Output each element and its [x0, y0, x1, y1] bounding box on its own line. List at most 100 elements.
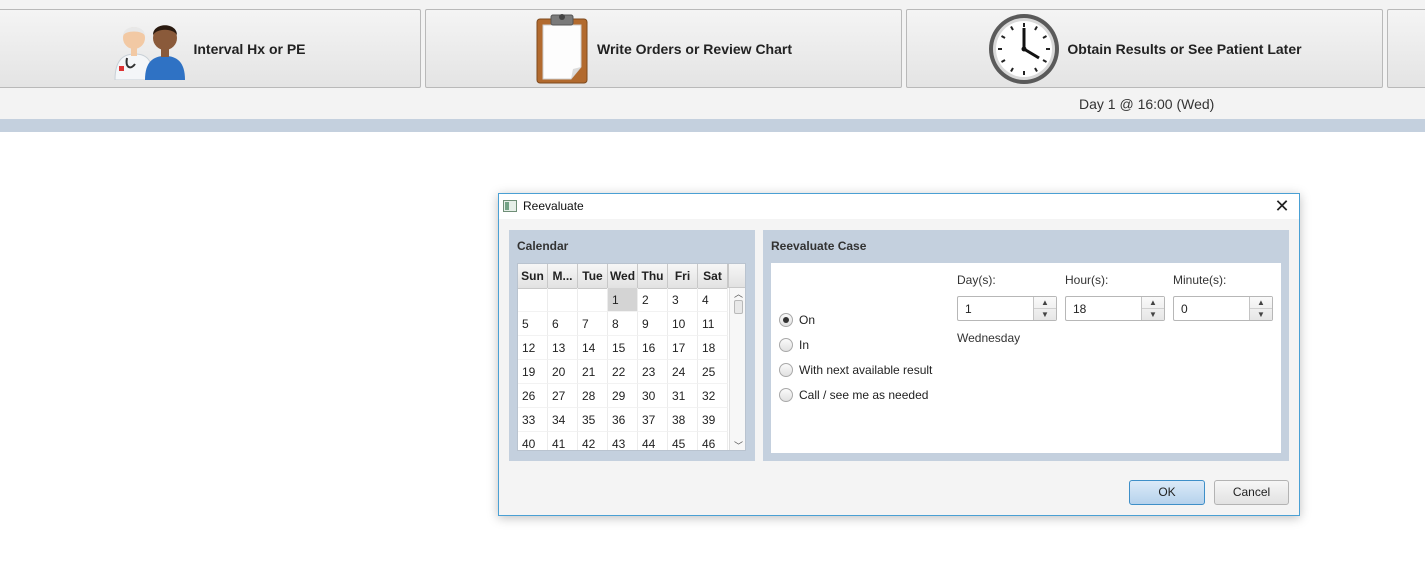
- calendar-day-cell[interactable]: 27: [548, 384, 578, 408]
- calendar-week-row: 5 6 7 8 9 10 11: [518, 312, 728, 336]
- scroll-down-icon[interactable]: ﹀: [730, 441, 745, 450]
- dialog-titlebar: Reevaluate ✕: [499, 194, 1299, 219]
- calendar-week-row: 26 27 28 29 30 31 32: [518, 384, 728, 408]
- minutes-value[interactable]: 0: [1181, 302, 1188, 316]
- calendar-day-cell[interactable]: 21: [578, 360, 608, 384]
- reevaluate-option-radio[interactable]: With next available result: [779, 363, 932, 377]
- calendar-day-cell[interactable]: 18: [698, 336, 728, 360]
- calendar-day-cell[interactable]: 23: [638, 360, 668, 384]
- calendar-day-cell[interactable]: 14: [578, 336, 608, 360]
- scroll-up-icon[interactable]: ︿: [730, 289, 745, 299]
- ok-button[interactable]: OK: [1129, 480, 1205, 505]
- calendar-day-cell[interactable]: 24: [668, 360, 698, 384]
- window-icon: [503, 200, 517, 212]
- calendar-week-row: 33 34 35 36 37 38 39: [518, 408, 728, 432]
- clipboard-icon: [535, 13, 591, 85]
- calendar-header-cell: Tue: [578, 264, 608, 288]
- calendar-day-cell[interactable]: 2: [638, 288, 668, 312]
- calendar-day-cell[interactable]: 33: [518, 408, 548, 432]
- minutes-spinner[interactable]: 0 ▲ ▼: [1173, 296, 1273, 321]
- calendar-day-cell[interactable]: 37: [638, 408, 668, 432]
- calendar-day-cell[interactable]: 12: [518, 336, 548, 360]
- calendar-day-cell[interactable]: 38: [668, 408, 698, 432]
- obtain-results-button[interactable]: Obtain Results or See Patient Later: [906, 9, 1383, 88]
- reevaluate-option-radio[interactable]: In: [779, 338, 809, 352]
- weekday-text: Wednesday: [957, 331, 1021, 345]
- calendar-day-cell[interactable]: 46: [698, 432, 728, 450]
- radio-circle-icon[interactable]: [779, 313, 793, 327]
- radio-circle-icon[interactable]: [779, 388, 793, 402]
- next-toolbar-button[interactable]: [1387, 9, 1425, 88]
- days-increment-icon[interactable]: ▲: [1034, 297, 1056, 309]
- days-decrement-icon[interactable]: ▼: [1034, 309, 1056, 320]
- minutes-increment-icon[interactable]: ▲: [1250, 297, 1272, 309]
- calendar-day-cell[interactable]: 3: [668, 288, 698, 312]
- radio-circle-icon[interactable]: [779, 363, 793, 377]
- calendar-day-cell[interactable]: 9: [638, 312, 668, 336]
- scroll-thumb[interactable]: [734, 300, 743, 314]
- reevaluate-case-panel: Reevaluate Case On In With next available …: [763, 230, 1289, 461]
- calendar-week-row: 12 13 14 15 16 17 18: [518, 336, 728, 360]
- calendar-scrollbar[interactable]: ︿ ﹀: [729, 288, 745, 450]
- calendar-day-cell[interactable]: 5: [518, 312, 548, 336]
- calendar-day-cell[interactable]: 36: [608, 408, 638, 432]
- calendar-day-cell[interactable]: 22: [608, 360, 638, 384]
- calendar-day-cell[interactable]: 43: [608, 432, 638, 450]
- calendar-day-cell[interactable]: 28: [578, 384, 608, 408]
- calendar-day-cell[interactable]: 30: [638, 384, 668, 408]
- minutes-decrement-icon[interactable]: ▼: [1250, 309, 1272, 320]
- days-spinner[interactable]: 1 ▲ ▼: [957, 296, 1057, 321]
- cancel-button[interactable]: Cancel: [1214, 480, 1289, 505]
- calendar-panel: Calendar Sun M... Tue Wed Thu Fri Sat 12345678…: [509, 230, 755, 461]
- calendar-day-cell[interactable]: 13: [548, 336, 578, 360]
- calendar-day-cell[interactable]: 39: [698, 408, 728, 432]
- days-value[interactable]: 1: [965, 302, 972, 316]
- hours-increment-icon[interactable]: ▲: [1142, 297, 1164, 309]
- calendar-week-row: 40 41 42 43 44 45 46: [518, 432, 728, 450]
- hours-value[interactable]: 18: [1073, 302, 1086, 316]
- calendar-day-cell[interactable]: 6: [548, 312, 578, 336]
- calendar-day-cell[interactable]: 7: [578, 312, 608, 336]
- calendar-day-cell[interactable]: 41: [548, 432, 578, 450]
- calendar-day-cell[interactable]: 32: [698, 384, 728, 408]
- calendar-day-cell[interactable]: 4: [698, 288, 728, 312]
- reevaluate-option-radio[interactable]: Call / see me as needed: [779, 388, 928, 402]
- reevaluate-option-label: In: [799, 338, 810, 352]
- calendar-day-cell[interactable]: 31: [668, 384, 698, 408]
- close-icon[interactable]: ✕: [1271, 195, 1293, 217]
- calendar-table: Sun M... Tue Wed Thu Fri Sat 1 2 3 4 5 6 7 8 9 10 11 12 13…: [517, 263, 746, 451]
- calendar-day-cell[interactable]: 16: [638, 336, 668, 360]
- calendar-day-cell[interactable]: [548, 288, 578, 312]
- calendar-day-cell[interactable]: [518, 288, 548, 312]
- calendar-day-cell[interactable]: 26: [518, 384, 548, 408]
- calendar-day-cell[interactable]: 15: [608, 336, 638, 360]
- calendar-day-cell[interactable]: 11: [698, 312, 728, 336]
- calendar-week-row: 1234: [518, 288, 728, 312]
- calendar-day-cell[interactable]: 17: [668, 336, 698, 360]
- hours-spinner[interactable]: 18 ▲ ▼: [1065, 296, 1165, 321]
- calendar-day-cell[interactable]: 42: [578, 432, 608, 450]
- radio-circle-icon[interactable]: [779, 338, 793, 352]
- calendar-day-cell[interactable]: 44: [638, 432, 668, 450]
- calendar-day-cell[interactable]: 19: [518, 360, 548, 384]
- dialog-title: Reevaluate: [523, 199, 584, 213]
- calendar-day-cell[interactable]: 8: [608, 312, 638, 336]
- hours-decrement-icon[interactable]: ▼: [1142, 309, 1164, 320]
- calendar-day-cell[interactable]: 40: [518, 432, 548, 450]
- calendar-day-cell[interactable]: 1: [608, 288, 638, 312]
- calendar-day-cell[interactable]: 25: [698, 360, 728, 384]
- interval-hx-pe-button[interactable]: Interval Hx or PE: [0, 9, 421, 88]
- calendar-day-cell[interactable]: [578, 288, 608, 312]
- calendar-header: Sun M... Tue Wed Thu Fri Sat: [518, 264, 728, 289]
- calendar-day-cell[interactable]: 10: [668, 312, 698, 336]
- write-orders-button[interactable]: Write Orders or Review Chart: [425, 9, 902, 88]
- calendar-day-cell[interactable]: 34: [548, 408, 578, 432]
- calendar-header-corner: [728, 264, 745, 288]
- reevaluate-dialog: Reevaluate ✕ Calendar Sun M... Tue Wed Thu Fr…: [498, 193, 1300, 516]
- calendar-day-cell[interactable]: 35: [578, 408, 608, 432]
- calendar-day-cell[interactable]: 20: [548, 360, 578, 384]
- reevaluate-option-radio[interactable]: On: [779, 313, 815, 327]
- calendar-day-cell[interactable]: 29: [608, 384, 638, 408]
- calendar-day-cell[interactable]: 45: [668, 432, 698, 450]
- hours-label: Hour(s):: [1065, 273, 1109, 287]
